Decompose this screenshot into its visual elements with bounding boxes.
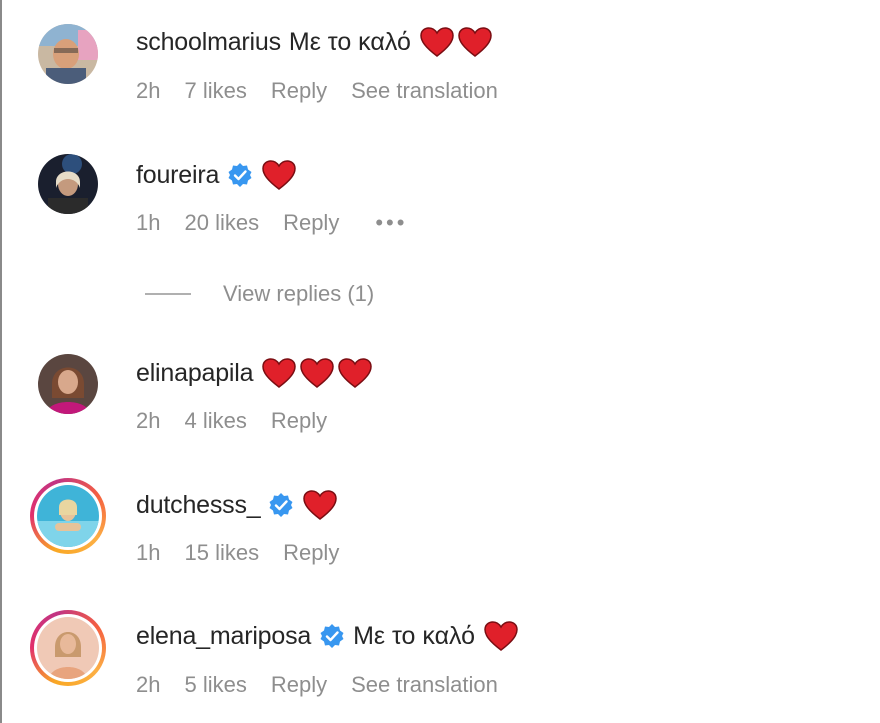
comment-line: dutchesss_ <box>136 487 338 523</box>
heart-emojis <box>302 489 338 521</box>
verified-badge-icon <box>269 493 293 517</box>
likes-count[interactable]: 7 likes <box>184 78 246 104</box>
comment-elinapapila: elinapapila 2h 4 likes Reply <box>0 332 880 433</box>
avatar-elena-mariposa[interactable] <box>30 610 106 686</box>
avatar-image <box>37 485 99 547</box>
username[interactable]: elena_mariposa <box>136 622 311 651</box>
heart-icon <box>484 621 518 651</box>
story-ring-gap <box>34 614 102 682</box>
timestamp: 1h <box>136 210 161 235</box>
heart-icon <box>420 27 454 57</box>
heart-icon <box>262 160 296 190</box>
comment-foureira: foureira 1h 20 likes Reply ••• <box>0 132 880 235</box>
avatar-image <box>37 617 99 679</box>
username[interactable]: dutchesss_ <box>136 491 261 520</box>
comment-text: Με το καλό <box>288 27 411 56</box>
verified-badge-icon <box>228 163 252 187</box>
comment-dutchesss: dutchesss_ 1h 15 likes Reply <box>0 464 880 565</box>
comment-meta: 1h 15 likes Reply <box>136 538 363 568</box>
comment-line: schoolmarius Με το καλό <box>136 24 493 60</box>
view-replies-label[interactable]: View replies (1) <box>223 281 374 307</box>
see-translation-button[interactable]: See translation <box>351 78 498 104</box>
likes-count[interactable]: 4 likes <box>184 408 246 434</box>
comment-meta: 2h 4 likes Reply <box>136 406 351 436</box>
avatar-schoolmarius[interactable] <box>38 24 98 84</box>
likes-count[interactable]: 5 likes <box>184 672 246 698</box>
view-replies-button[interactable]: View replies (1) <box>145 280 374 308</box>
reply-button[interactable]: Reply <box>283 210 339 236</box>
comment-line: foureira <box>136 157 297 193</box>
username[interactable]: foureira <box>136 161 219 190</box>
timestamp: 2h <box>136 672 161 697</box>
comment-meta: 1h 20 likes Reply ••• <box>136 208 431 238</box>
reply-button[interactable]: Reply <box>271 408 327 434</box>
comment-elena-mariposa: elena_mariposa Με το καλό 2h 5 likes Rep… <box>0 596 880 697</box>
comment-meta: 2h 5 likes Reply See translation <box>136 670 522 700</box>
reply-button[interactable]: Reply <box>283 540 339 566</box>
story-ring-gap <box>34 482 102 550</box>
heart-emojis <box>261 357 373 389</box>
heart-emojis <box>483 620 519 652</box>
comment-meta: 2h 7 likes Reply See translation <box>136 76 522 106</box>
timestamp: 1h <box>136 540 161 565</box>
timestamp: 2h <box>136 408 161 433</box>
verified-badge-icon <box>320 624 344 648</box>
heart-emojis <box>261 159 297 191</box>
timestamp: 2h <box>136 78 161 103</box>
comment-schoolmarius: schoolmarius Με το καλό 2h 7 likes Reply… <box>0 0 880 103</box>
reply-button[interactable]: Reply <box>271 672 327 698</box>
username[interactable]: schoolmarius <box>136 28 281 57</box>
likes-count[interactable]: 20 likes <box>184 210 259 236</box>
heart-icon <box>338 358 373 388</box>
reply-button[interactable]: Reply <box>271 78 327 104</box>
divider-line <box>145 293 191 295</box>
heart-icon <box>303 490 338 520</box>
comment-text: Με το καλό <box>353 621 476 650</box>
heart-icon <box>300 358 335 388</box>
username[interactable]: elinapapila <box>136 359 254 388</box>
likes-count[interactable]: 15 likes <box>184 540 259 566</box>
avatar-elinapapila[interactable] <box>38 354 98 414</box>
comment-line: elinapapila <box>136 355 373 391</box>
avatar-dutchesss[interactable] <box>30 478 106 554</box>
heart-emojis <box>419 26 493 58</box>
more-options-icon[interactable]: ••• <box>375 210 407 236</box>
comment-line: elena_mariposa Με το καλό <box>136 618 519 654</box>
avatar-foureira[interactable] <box>38 154 98 214</box>
heart-icon <box>458 27 492 57</box>
heart-icon <box>262 358 297 388</box>
see-translation-button[interactable]: See translation <box>351 672 498 698</box>
